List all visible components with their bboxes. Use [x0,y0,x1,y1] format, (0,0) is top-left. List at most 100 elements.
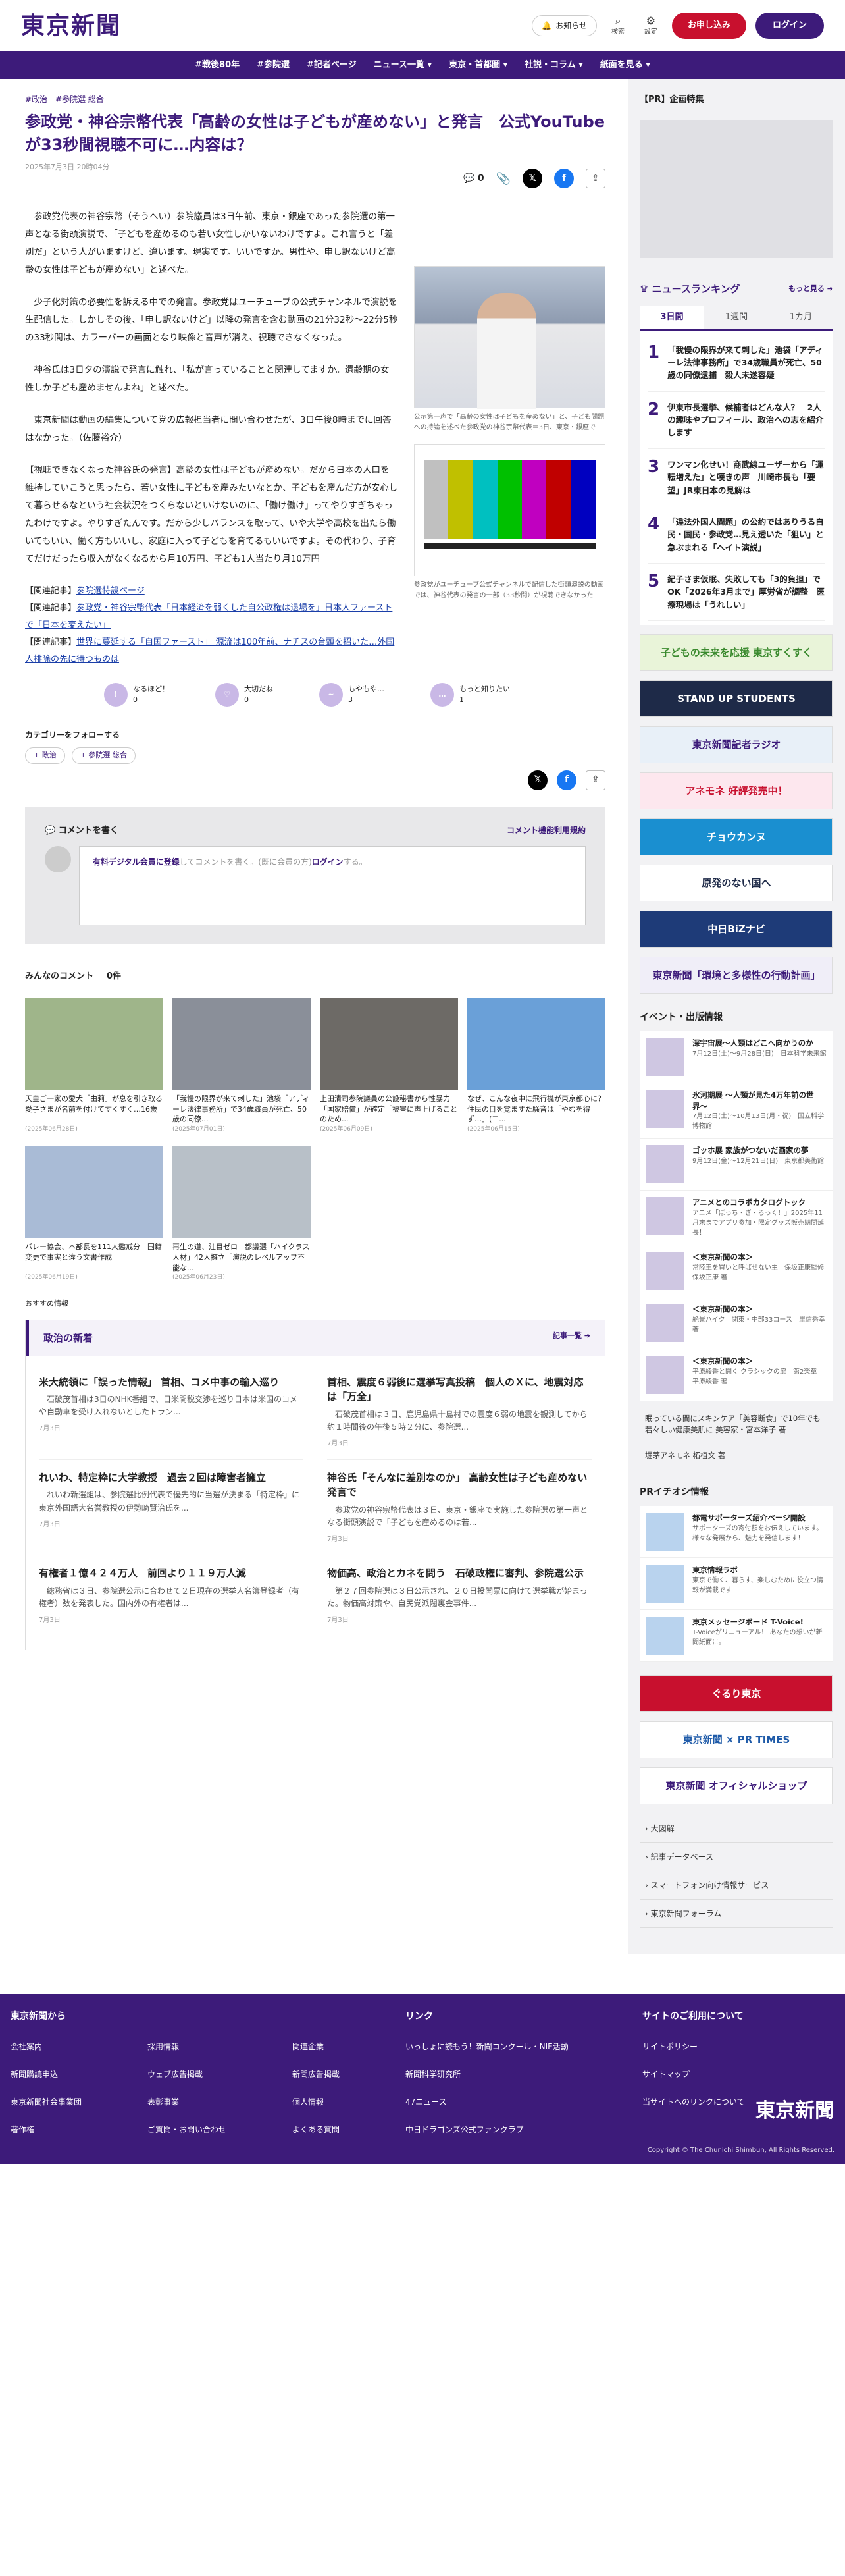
footer-link[interactable]: よくある質問 [292,2124,379,2135]
facebook-share-icon[interactable]: f [554,169,574,189]
footer-link[interactable]: 当サイトへのリンクについて [642,2096,745,2108]
politics-item[interactable]: 米大統領に「誤った情報」 首相、コメ中事の輸入巡り 石破茂首相は3日のNHK番組… [39,1364,303,1460]
side-banner[interactable]: チョウカンヌ [640,818,833,856]
ranking-item[interactable]: 3 ワンマン化せい！商武線ユーザーから「運転増えた」と嘆きの声 川崎市長も「要望」… [648,449,825,506]
ranking-item[interactable]: 1 「我慢の限界が来て刺した」池袋「アディーレ法律事務所」で34歳職員が死亡、50… [648,335,825,392]
related-link[interactable]: 参政党・神谷宗幣代表「日本経済を弱くした自公政権は退場を」日本人ファーストで「日… [25,603,392,630]
follow-chip[interactable]: + 参院選 総合 [71,747,136,764]
politics-item[interactable]: 物価高、政治とカネを問う 石破政権に審判、参院選公示 第２７回参院選は３日公示さ… [327,1555,592,1637]
pr-item[interactable]: 東京情報ラボ 東京で働く、暮らす、楽しむために役立つ情報が満載です [640,1557,833,1610]
colorbar-screenshot[interactable] [413,444,605,577]
footer-link[interactable]: 関連企業 [292,2041,379,2053]
notification-button[interactable]: 🔔 お知らせ [532,15,597,36]
settings-button[interactable]: ⚙ 設定 [639,14,663,37]
ranking-item[interactable]: 5 紀子さま仮眠、失敗しても「3的負担」でOK「2026年3月まで」厚労省が調整 … [648,564,825,622]
footer-link[interactable]: 新聞広告掲載 [292,2068,379,2080]
footer-link[interactable]: 個人情報 [292,2096,379,2108]
footer-link[interactable]: 47ニュース [405,2096,616,2108]
related-link[interactable]: 参院選特設ページ [76,586,145,596]
pr-item[interactable]: 都電サポーターズ紹介ページ開設 サポーターズの寄付額をお伝えしています。様々な発展… [640,1505,833,1558]
nav-item[interactable]: 社説・コラム ▾ [525,59,583,72]
tag-link[interactable]: #政治 [25,94,47,105]
footer-link[interactable]: ご質問・お問い合わせ [147,2124,266,2135]
ranking-more-link[interactable]: もっと見る ➔ [788,284,833,295]
pr-item[interactable]: 東京メッセージボード T-Voice! T-Voiceがリニューアル！ あなたの想… [640,1609,833,1662]
nav-item[interactable]: ニュース一覧 ▾ [374,59,432,72]
comment-count[interactable]: 💬 0 [463,172,484,186]
politics-item[interactable]: 神谷氏「そんなに差別なのか」 高齢女性は子ども産めない発言で 参政党の神谷宗幣代… [327,1460,592,1556]
reaction-naruhodo[interactable]: ! なるほど！ 0 [104,683,169,707]
reaction-taisetsu[interactable]: ♡ 大切だね 0 [215,683,273,707]
site-logo[interactable]: 東京新聞 [21,8,121,43]
article-card[interactable]: バレー協会、本部長を111人懲戒分 国籍変更で事実と違う文書作成 (2025年06… [25,1146,163,1283]
article-card[interactable]: 「我慢の限界が来て刺した」池袋「アディーレ法律事務所」で34歳職員が死亡、50歳… [172,997,311,1135]
footer-link[interactable]: サイトマップ [642,2068,745,2080]
service-link[interactable]: › 大図解 [640,1815,833,1843]
register-link[interactable]: 有料デジタル会員に登録 [93,857,180,867]
footer-link[interactable]: 新聞科学研究所 [405,2068,616,2080]
politics-item[interactable]: れいわ、特定枠に大学教授 過去２回は障害者擁立 れいわ新選組は、参院選比例代表で… [39,1460,303,1556]
event-item[interactable]: アニメとのコラボカタログトック アニメ「ぼっち・ざ・ろっく！」2025年11月末ま… [640,1191,833,1246]
tab-3days[interactable]: 3日間 [640,306,704,329]
event-item[interactable]: 氷河期展 〜人類が見た4万年前の世界〜 7月12日(土)〜10月13日(月・祝) … [640,1083,833,1139]
event-item[interactable]: ＜東京新聞の本＞ 平原綾香と開く クラシックの扉 第2楽章 平原綾香 著 [640,1349,833,1402]
footer-link[interactable]: 新聞購読申込 [11,2068,121,2080]
politics-more-link[interactable]: 記事一覧 ➔ [553,1331,590,1346]
related-link[interactable]: 世界に蔓延する「自国ファースト」 源流は100年前、ナチスの台頭を招いた…外国人… [25,637,394,664]
event-item[interactable]: ＜東京新聞の本＞ 絶景ハイク 関東・中部33コース 里信秀幸 著 [640,1297,833,1350]
footer-link[interactable]: 中日ドラゴンズ公式ファンクラブ [405,2124,616,2135]
article-card[interactable]: 天皇ご一家の愛犬「由莉」が息を引き取る 愛子さまが名前を付けてすくすく…16歳 (… [25,997,163,1135]
x-share-icon[interactable]: 𝕏 [528,770,548,790]
side-banner[interactable]: 東京新聞 オフィシャルショップ [640,1767,833,1804]
subscribe-button[interactable]: お申し込み [671,13,746,39]
share-icon[interactable]: ⇪ [586,169,605,189]
event-item[interactable]: ＜東京新聞の本＞ 常陸王を買いと呼ばせない主 保坂正康監修 保坂正康 著 [640,1245,833,1298]
footer-link[interactable]: ウェブ広告掲載 [147,2068,266,2080]
follow-chip[interactable]: + 政治 [25,747,65,764]
side-banner[interactable]: STAND UP STUDENTS [640,680,833,718]
side-banner[interactable]: 原発のない国へ [640,865,833,902]
tab-1week[interactable]: 1週間 [704,306,769,329]
article-card[interactable]: 再生の道、注目ゼロ 都議選「ハイクラス人材」42人擁立「演説のレベルアップ不能な… [172,1146,311,1283]
event-item[interactable]: ゴッホ展 家族がつないだ画家の夢 9月12日(金)〜12月21日(日) 東京都美術… [640,1139,833,1191]
nav-item[interactable]: 東京・首都圏 ▾ [449,59,507,72]
side-banner[interactable]: ぐるり東京 [640,1675,833,1712]
login-button[interactable]: ログイン [755,13,824,39]
tag-link[interactable]: #参院選 総合 [55,94,104,105]
event-item[interactable]: 深宇宙展〜人類はどこへ向かうのか 7月12日(土)〜9月28日(日) 日本科学未来… [640,1031,833,1084]
side-banner[interactable]: 東京新聞「環境と多様性の行動計画」 [640,957,833,994]
footer-link[interactable]: 会社案内 [11,2041,121,2053]
comment-input[interactable]: 有料デジタル会員に登録してコメントを書く。(既に会員の方)ログインする。 [79,846,586,926]
footer-link[interactable]: 採用情報 [147,2041,266,2053]
article-card[interactable]: 上田清司参院議員の公設秘書から性暴力「国家賠償」が確定「被害に声上げることのため… [320,997,458,1135]
ad-slot[interactable] [640,119,833,258]
clip-icon[interactable]: 📎 [496,170,511,188]
article-card[interactable]: なぜ、こんな夜中に飛行機が東京都心に？住民の目を覚ますた騒音は「やむを得ず…」(… [467,997,605,1135]
x-share-icon[interactable]: 𝕏 [523,169,542,189]
login-link[interactable]: ログイン [312,857,344,867]
side-link[interactable]: 堀茅アネモネ 柘植文 著 [640,1443,833,1468]
side-banner[interactable]: 子どもの未来を応援 東京すくすく [640,634,833,672]
footer-link[interactable]: いっしょに読もう！新聞コンクール・NIE活動 [405,2041,616,2053]
nav-item[interactable]: 紙面を見る ▾ [600,59,650,72]
footer-link[interactable]: サイトポリシー [642,2041,745,2053]
politics-item[interactable]: 首相、震度６弱後に選挙写真投稿 個人のＸに、地震対応は「万全」 石破茂首相は３日… [327,1364,592,1460]
search-button[interactable]: ⌕ 検索 [606,14,630,37]
footer-link[interactable]: 東京新聞社会事業団 [11,2096,121,2108]
reaction-moyamoya[interactable]: ~ もやもや… 3 [319,683,384,707]
side-banner[interactable]: 東京新聞記者ラジオ [640,726,833,764]
side-link[interactable]: 眠っている間にスキンケア「美容断食」で10年でも若々しい健康美肌に 美容家・宮本… [640,1407,833,1443]
nav-item[interactable]: #参院選 [257,59,290,72]
footer-link[interactable]: 表彰事業 [147,2096,266,2108]
footer-link[interactable]: 著作権 [11,2124,121,2135]
politics-item[interactable]: 有権者１億４２４万人 前回より１１９万人減 総務省は３日、参院選公示に合わせて２… [39,1555,303,1637]
service-link[interactable]: › スマートフォン向け情報サービス [640,1871,833,1900]
tab-1month[interactable]: 1カ月 [769,306,833,329]
reaction-motto[interactable]: … もっと知りたい 1 [430,683,510,707]
nav-item[interactable]: #記者ページ [307,59,357,72]
service-link[interactable]: › 記事データベース [640,1843,833,1871]
side-banner[interactable]: アネモネ 好評発売中！ [640,772,833,810]
service-link[interactable]: › 東京新聞フォーラム [640,1900,833,1928]
share-icon[interactable]: ⇪ [586,770,605,790]
ranking-item[interactable]: 2 伊東市長選挙、候補者はどんな人？ 2人の趣味やプロフィール、政治への志を紹介し… [648,392,825,449]
